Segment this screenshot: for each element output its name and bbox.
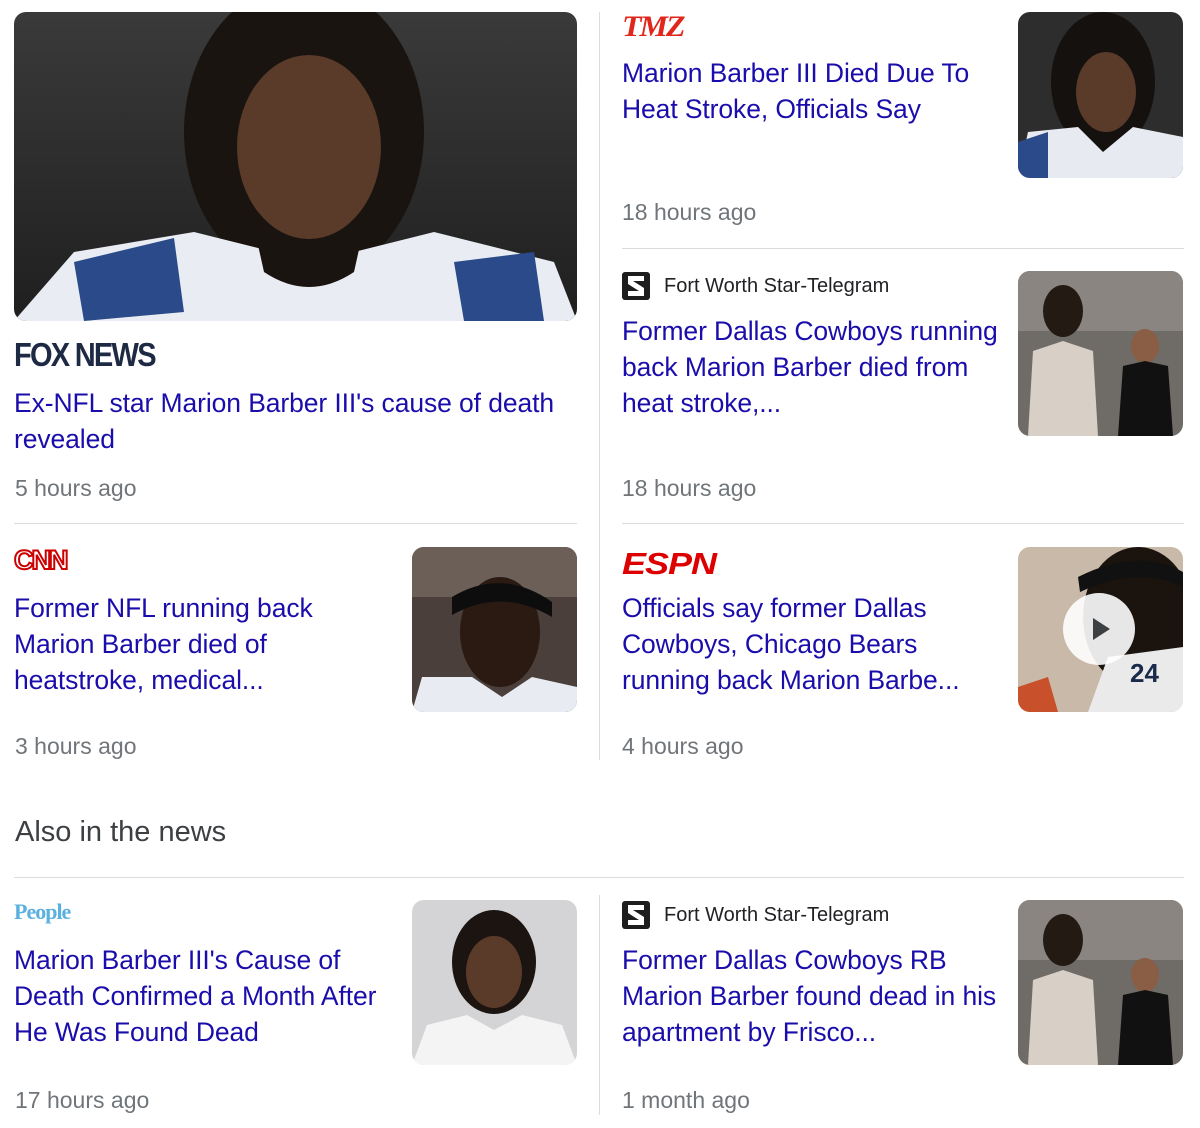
news-card-star-telegram-2[interactable]: Fort Worth Star-Telegram Former Dallas C… (620, 887, 1185, 1122)
source-name: Fort Worth Star-Telegram (664, 274, 890, 297)
news-card-tmz[interactable]: TMZ Marion Barber III Died Due To Heat S… (620, 0, 1185, 240)
story-divider (14, 523, 577, 524)
svg-text:24: 24 (1130, 658, 1159, 688)
column-divider (599, 12, 600, 760)
play-icon[interactable] (1063, 593, 1135, 665)
section-title-also-in-the-news: Also in the news (15, 816, 227, 848)
story-thumbnail (1018, 12, 1183, 178)
news-card-star-telegram[interactable]: Fort Worth Star-Telegram Former Dallas C… (620, 258, 1185, 508)
star-telegram-logo-icon (622, 272, 650, 300)
source-logo-cnn: CNN (13, 544, 69, 576)
story-time: 4 hours ago (622, 733, 744, 759)
story-thumbnail (412, 900, 577, 1065)
news-card-people[interactable]: People Marion Barber III's Cause of Deat… (0, 887, 590, 1122)
story-time: 17 hours ago (15, 1087, 150, 1113)
story-divider (622, 248, 1184, 249)
source-logo-espn: ESPN (622, 546, 717, 581)
story-image (14, 12, 577, 321)
story-headline[interactable]: Officials say former Dallas Cowboys, Chi… (622, 590, 1002, 698)
story-time: 1 month ago (622, 1087, 750, 1113)
star-telegram-logo-icon (622, 901, 650, 929)
story-headline[interactable]: Former Dallas Cowboys RB Marion Barber f… (622, 942, 1002, 1050)
story-time: 3 hours ago (15, 733, 137, 759)
story-headline[interactable]: Former NFL running back Marion Barber di… (14, 590, 394, 698)
source-name: Fort Worth Star-Telegram (664, 903, 890, 926)
story-headline[interactable]: Marion Barber III Died Due To Heat Strok… (622, 55, 1002, 127)
story-headline[interactable]: Former Dallas Cowboys running back Mario… (622, 313, 1002, 421)
story-divider (622, 523, 1184, 524)
source-logo-people: People (14, 899, 71, 924)
news-card-cnn[interactable]: CNN Former NFL running back Marion Barbe… (0, 533, 590, 768)
column-divider-lower (599, 895, 600, 1115)
story-thumbnail (1018, 271, 1183, 436)
section-divider (14, 877, 1184, 878)
news-card-foxnews[interactable]: FOX NEWS Ex-NFL star Marion Barber III's… (0, 0, 590, 520)
story-time: 18 hours ago (622, 199, 757, 225)
story-video-thumbnail[interactable]: 24 (1018, 547, 1183, 712)
story-thumbnail (412, 547, 577, 712)
story-thumbnail (1018, 900, 1183, 1065)
news-card-espn[interactable]: ESPN Officials say former Dallas Cowboys… (620, 533, 1185, 768)
source-logo-tmz: TMZ (622, 9, 686, 43)
source-logo-foxnews: FOX NEWS (14, 336, 157, 373)
story-headline[interactable]: Ex-NFL star Marion Barber III's cause of… (14, 385, 574, 457)
story-time: 18 hours ago (622, 475, 757, 501)
story-headline[interactable]: Marion Barber III's Cause of Death Confi… (14, 942, 394, 1050)
story-time: 5 hours ago (15, 475, 137, 501)
